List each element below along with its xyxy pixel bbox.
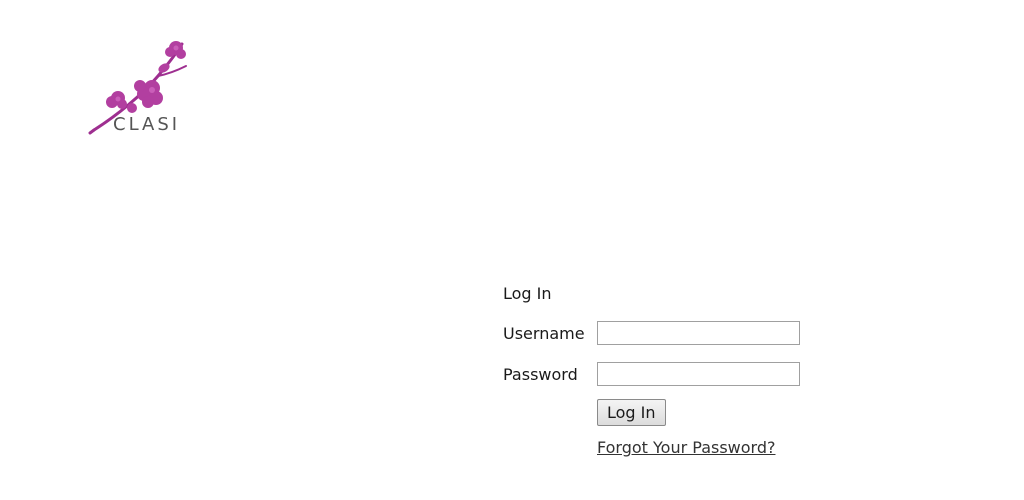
login-title: Log In xyxy=(503,284,552,303)
form-actions: Log In Forgot Your Password? xyxy=(597,399,823,457)
login-button[interactable]: Log In xyxy=(597,399,666,426)
password-label: Password xyxy=(503,364,578,384)
clasi-logo: CLASI xyxy=(86,36,196,140)
password-row: Password xyxy=(503,360,823,388)
logo-text: CLASI xyxy=(113,114,181,135)
username-label: Username xyxy=(503,323,585,343)
username-input[interactable] xyxy=(597,321,800,345)
password-input[interactable] xyxy=(597,362,800,386)
forgot-password-link[interactable]: Forgot Your Password? xyxy=(597,438,823,457)
username-row: Username xyxy=(503,319,823,347)
login-form: Log In Username Password Log In Forgot Y… xyxy=(503,283,823,457)
